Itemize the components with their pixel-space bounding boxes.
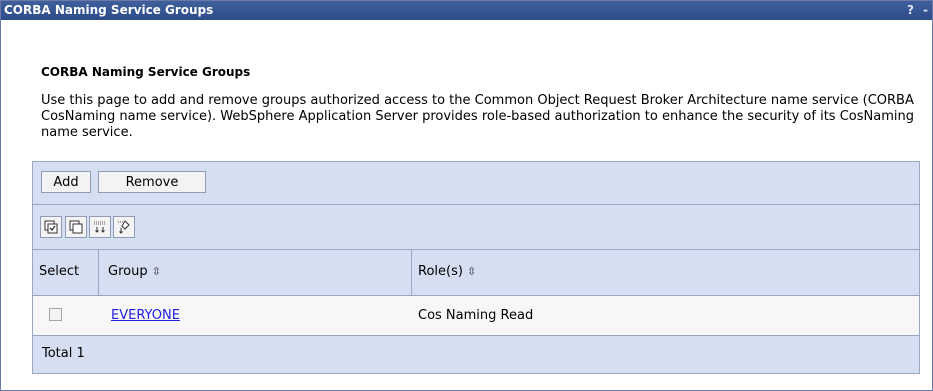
- title-bar: CORBA Naming Service Groups ? -: [1, 1, 932, 20]
- minimize-icon[interactable]: -: [923, 1, 928, 20]
- groups-table: Add Remove Select Group ⇳ Role(s) ⇳ EVER…: [32, 161, 920, 374]
- group-header-label: Group: [108, 264, 148, 279]
- table-header: Select Group ⇳ Role(s) ⇳: [33, 250, 919, 296]
- column-divider: [98, 250, 99, 295]
- table-row: EVERYONE Cos Naming Read: [33, 296, 919, 336]
- sort-icon[interactable]: ⇳: [467, 265, 476, 278]
- show-filter-icon[interactable]: [89, 216, 111, 238]
- role-header-label: Role(s): [418, 264, 463, 279]
- group-column-header[interactable]: Group ⇳: [108, 264, 161, 279]
- clear-filter-icon[interactable]: [113, 216, 135, 238]
- add-button[interactable]: Add: [41, 171, 91, 193]
- page-description: Use this page to add and remove groups a…: [41, 93, 914, 140]
- window-frame: CORBA Naming Service Groups ? - CORBA Na…: [0, 0, 933, 391]
- window-title: CORBA Naming Service Groups: [4, 3, 214, 17]
- icon-toolbar: [33, 205, 919, 250]
- select-all-icon[interactable]: [40, 216, 62, 238]
- sort-icon[interactable]: ⇳: [152, 265, 161, 278]
- column-divider: [411, 250, 412, 295]
- row-select-checkbox[interactable]: [49, 308, 62, 321]
- remove-button[interactable]: Remove: [98, 171, 206, 193]
- role-cell: Cos Naming Read: [418, 308, 534, 323]
- select-column-header: Select: [39, 264, 80, 279]
- page-title: CORBA Naming Service Groups: [41, 65, 251, 79]
- group-link[interactable]: EVERYONE: [111, 308, 180, 323]
- help-icon[interactable]: ?: [907, 1, 914, 20]
- deselect-all-icon[interactable]: [65, 216, 87, 238]
- button-bar: Add Remove: [33, 162, 919, 205]
- role-column-header[interactable]: Role(s) ⇳: [418, 264, 476, 279]
- table-footer: Total 1: [33, 336, 919, 373]
- total-count: Total 1: [42, 346, 85, 361]
